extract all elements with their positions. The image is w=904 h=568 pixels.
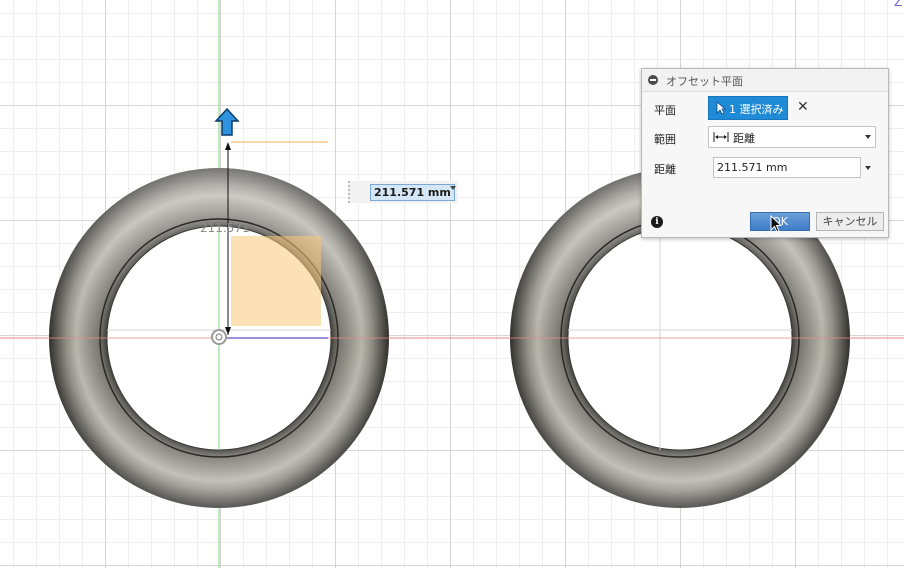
- offset-plane-dialog: オフセット平面 平面 1 選択済み ✕ 範囲 距離 距離 211.571 mm …: [641, 68, 889, 238]
- plane-label: 平面: [654, 104, 676, 117]
- info-icon[interactable]: i: [651, 216, 663, 228]
- dimension-label: 211.571: [200, 221, 250, 235]
- pointer-icon: [716, 101, 726, 115]
- extent-value: 距離: [733, 132, 755, 145]
- distance-icon: [713, 132, 729, 142]
- chevron-down-icon[interactable]: [865, 135, 871, 139]
- viewcube-corner-label: Z: [894, 0, 903, 9]
- mouse-cursor-icon: [770, 215, 782, 233]
- dialog-title: オフセット平面: [666, 75, 743, 88]
- extent-dropdown[interactable]: 距離: [708, 126, 876, 148]
- canvas-viewport[interactable]: 211.571 Z 211.571 mm オフセット平面 平面 1 選択済み ✕…: [0, 0, 904, 568]
- origin-icon[interactable]: [211, 329, 227, 345]
- chevron-down-icon[interactable]: [450, 186, 456, 190]
- chevron-down-icon[interactable]: [865, 166, 871, 170]
- plane-select-button[interactable]: 1 選択済み: [708, 96, 788, 120]
- inline-dimension-value[interactable]: 211.571 mm: [370, 184, 455, 201]
- collapse-icon[interactable]: [648, 75, 658, 85]
- distance-label: 距離: [654, 163, 676, 176]
- distance-input[interactable]: 211.571 mm: [713, 157, 861, 178]
- cancel-button[interactable]: キャンセル: [816, 212, 884, 231]
- offset-plane-preview[interactable]: [231, 236, 321, 326]
- close-icon[interactable]: ✕: [797, 100, 809, 114]
- dialog-header[interactable]: オフセット平面: [642, 69, 888, 92]
- extent-label: 範囲: [654, 133, 676, 146]
- plane-select-label: 1 選択済み: [729, 103, 784, 116]
- inline-dimension-input[interactable]: 211.571 mm: [348, 181, 458, 203]
